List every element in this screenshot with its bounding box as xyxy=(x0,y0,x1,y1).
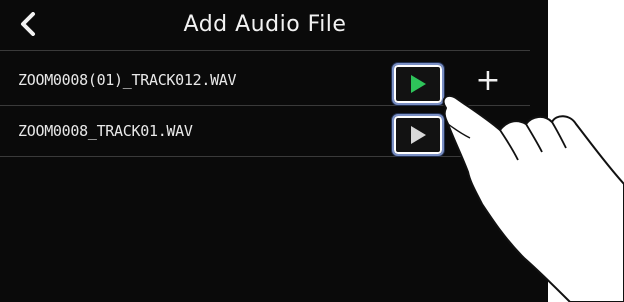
file-name: ZOOM0008_TRACK01.WAV xyxy=(18,122,193,140)
device-screen: Add Audio File ZOOM0008(01)_TRACK012.WAV… xyxy=(0,0,548,302)
play-button[interactable] xyxy=(392,114,444,156)
file-row[interactable]: ZOOM0008(01)_TRACK012.WAV + xyxy=(0,55,530,106)
play-icon xyxy=(411,75,426,93)
page-title: Add Audio File xyxy=(183,12,347,37)
add-button[interactable]: + xyxy=(468,114,508,152)
play-icon xyxy=(411,126,426,144)
file-row[interactable]: ZOOM0008_TRACK01.WAV + xyxy=(0,106,530,157)
header-bar: Add Audio File xyxy=(0,0,530,51)
file-name: ZOOM0008(01)_TRACK012.WAV xyxy=(18,71,237,89)
play-button[interactable] xyxy=(392,63,444,105)
add-button[interactable]: + xyxy=(468,63,508,101)
